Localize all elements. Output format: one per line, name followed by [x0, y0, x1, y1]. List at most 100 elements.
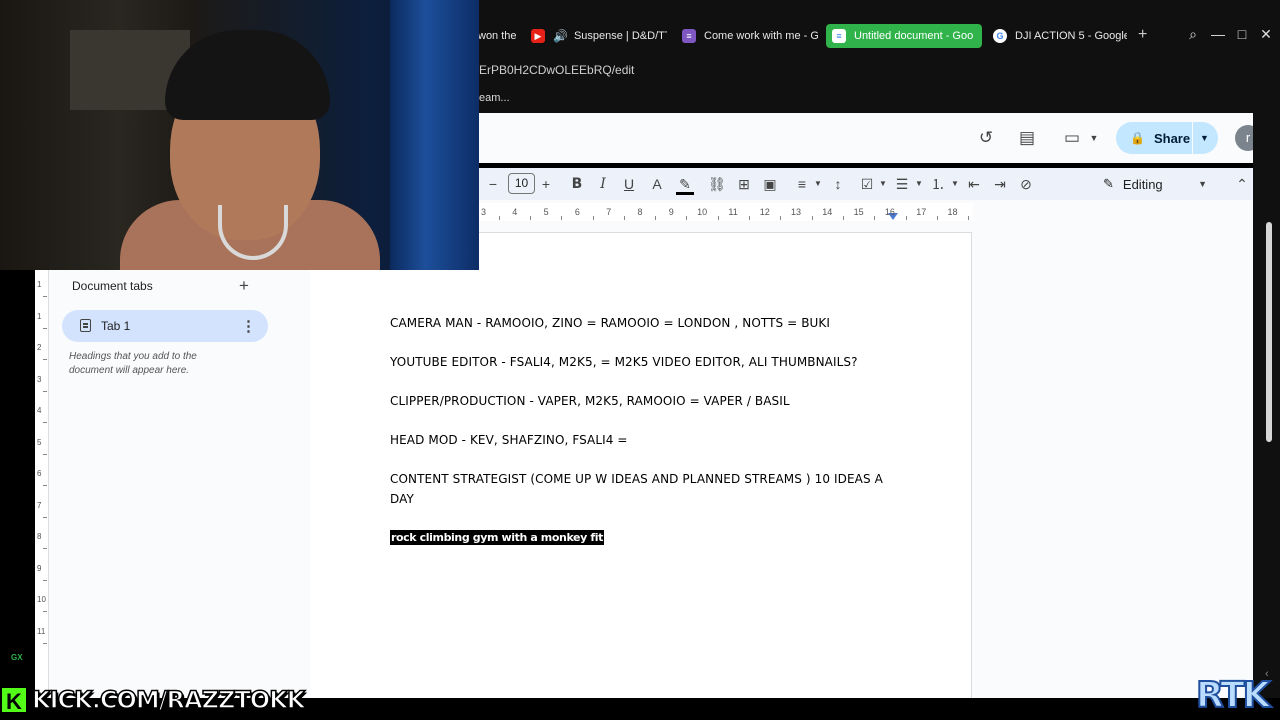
document-page[interactable]: CAMERA MAN - RAMOOIO, ZINO = RAMOOIO = L… — [310, 232, 972, 698]
document-canvas: CAMERA MAN - RAMOOIO, ZINO = RAMOOIO = L… — [310, 232, 1253, 698]
horizontal-ruler: 3 4 5 6 7 8 9 10 11 12 13 14 15 16 17 18 — [479, 200, 1253, 232]
browser-tab[interactable]: G DJI ACTION 5 - Google — [987, 24, 1127, 48]
clear-formatting-icon[interactable]: ⊘ — [1017, 176, 1035, 192]
highlight-color-icon[interactable]: ✎ — [676, 176, 694, 195]
insert-image-icon[interactable]: ▣ — [761, 176, 779, 192]
chevron-down-icon[interactable]: ▼ — [809, 176, 827, 192]
decrease-font-size-button[interactable]: − — [484, 176, 502, 192]
decrease-indent-icon[interactable]: ⇤ — [965, 176, 983, 192]
close-icon[interactable]: ✕ — [1256, 26, 1276, 43]
document-paragraph[interactable]: CLIPPER/PRODUCTION - VAPER, M2K5, RAMOOI… — [390, 391, 900, 411]
share-label: Share — [1153, 130, 1191, 146]
gx-logo: GX — [11, 653, 23, 662]
chevron-down-icon[interactable]: ▼ — [1083, 129, 1105, 147]
search-icon[interactable]: ⌕ — [1183, 26, 1203, 43]
webcam-overlay — [0, 0, 479, 270]
ruler-tick — [561, 216, 563, 220]
ruler-tick — [686, 216, 688, 220]
ruler-number: 15 — [853, 207, 864, 217]
youtube-icon: ▶ — [531, 29, 545, 43]
numbered-list-icon[interactable]: ⒈ — [929, 176, 947, 192]
share-button[interactable]: 🔒 Share ▼ — [1116, 122, 1218, 154]
add-comment-icon[interactable]: ⊞ — [735, 176, 753, 192]
increase-font-size-button[interactable]: + — [537, 176, 555, 192]
document-icon — [80, 319, 91, 332]
ruler-tick — [43, 453, 47, 455]
document-paragraph[interactable]: CAMERA MAN - RAMOOIO, ZINO = RAMOOIO = L… — [390, 313, 900, 333]
ruler-number: 4 — [37, 406, 42, 415]
sidebar-title: Document tabs — [72, 279, 153, 293]
document-paragraph[interactable]: YOUTUBE EDITOR - FSALI4, M2K5, = M2K5 VI… — [390, 352, 900, 372]
ruler-number: 13 — [791, 207, 802, 217]
ruler-number: 6 — [574, 207, 580, 217]
increase-indent-icon[interactable]: ⇥ — [991, 176, 1009, 192]
ruler-number: 5 — [37, 437, 42, 447]
add-tab-button[interactable]: + — [239, 276, 249, 296]
ruler-number: 10 — [697, 207, 708, 217]
ruler-tick — [43, 485, 47, 486]
meet-icon[interactable]: ▭ — [1061, 129, 1083, 147]
chevron-down-icon[interactable]: ▼ — [910, 176, 928, 192]
chevron-down-icon[interactable]: ▼ — [946, 176, 964, 192]
ruler-track[interactable]: 3 4 5 6 7 8 9 10 11 12 13 14 15 16 17 18 — [479, 203, 973, 221]
ruler-tick — [43, 516, 47, 518]
ruler-number: 10 — [37, 595, 46, 604]
new-tab-button[interactable]: + — [1138, 27, 1147, 43]
left-margin — [0, 270, 35, 698]
ruler-number: 5 — [543, 207, 549, 217]
ruler-number: 12 — [759, 207, 770, 217]
ruler-tick — [592, 216, 594, 220]
italic-button[interactable]: I — [594, 176, 612, 192]
ruler-number: 3 — [481, 207, 487, 217]
bold-button[interactable]: B — [568, 176, 586, 192]
ruler-number: 11 — [728, 207, 738, 217]
document-tab-item[interactable]: Tab 1 ⋮ — [62, 310, 268, 342]
ruler-tick — [749, 216, 751, 220]
ruler-tick — [43, 548, 47, 549]
document-tabs-sidebar: Document tabs + Tab 1 ⋮ Headings that yo… — [49, 270, 310, 698]
chevron-down-icon[interactable]: ▼ — [874, 176, 892, 192]
tab-label: Come work with me - G — [704, 30, 818, 42]
tab-label: Untitled document - Goo — [854, 30, 974, 42]
ruler-tick — [529, 216, 531, 220]
line-spacing-icon[interactable]: ↕ — [829, 176, 847, 192]
ruler-number: 6 — [37, 469, 42, 478]
editing-mode-button[interactable]: ✎ Editing ▼ — [1103, 171, 1207, 197]
underline-button[interactable]: U — [620, 176, 638, 192]
ruler-tick — [905, 216, 907, 220]
chevron-down-icon[interactable]: ▼ — [1193, 133, 1209, 143]
ruler-number: 1 — [37, 311, 42, 321]
editing-label: Editing — [1122, 176, 1163, 192]
ruler-tick — [936, 216, 938, 220]
version-history-icon[interactable]: ↺ — [975, 129, 997, 147]
bullet-list-icon[interactable]: ☰ — [893, 176, 911, 192]
font-size-input[interactable]: 10 — [508, 173, 535, 194]
browser-tab[interactable]: ▶ 🔊 Suspense | D&D/TTI — [525, 24, 667, 48]
vertical-ruler[interactable]: 1 1 2 3 4 5 6 7 8 9 10 11 — [35, 270, 49, 698]
ruler-number: 4 — [512, 207, 518, 217]
vertical-scrollbar[interactable] — [1266, 222, 1272, 442]
ruler-number: 1 — [37, 280, 42, 289]
url-text: ErPB0H2CDwOLEEbRQ/edit — [479, 63, 635, 77]
browser-tab-active[interactable]: ≡ Untitled document - Goo — [826, 24, 982, 48]
sidebar-help-text: Headings that you add to the document wi… — [69, 351, 197, 376]
browser-tab[interactable]: won the — [472, 24, 522, 48]
ruler-tick — [498, 216, 500, 220]
ruler-number: 18 — [947, 207, 958, 217]
document-paragraph[interactable]: HEAD MOD - KEV, SHAFZINO, FSALI4 = — [390, 430, 900, 450]
text-color-icon[interactable]: A — [648, 176, 666, 192]
maximize-icon[interactable]: □ — [1232, 26, 1252, 42]
bookmark-item[interactable]: eam... — [479, 92, 510, 104]
link-icon[interactable]: ⛓ — [708, 176, 726, 192]
highlighted-selection[interactable]: rock climbing gym with a monkey fit — [390, 530, 604, 545]
docs-icon: ≡ — [832, 29, 846, 43]
more-options-icon[interactable]: ⋮ — [241, 317, 256, 335]
chevron-up-icon[interactable]: ⌃ — [1233, 176, 1251, 192]
browser-tab[interactable]: ≡ Come work with me - G — [676, 24, 818, 48]
document-paragraph[interactable]: CONTENT STRATEGIST (COME UP W IDEAS AND … — [390, 469, 900, 509]
ruler-tick — [874, 216, 876, 220]
minimize-icon[interactable]: — — [1208, 26, 1228, 42]
ruler-number: 16 — [884, 207, 895, 217]
comments-icon[interactable]: ▤ — [1016, 129, 1038, 147]
rtk-logo: RTK — [1195, 675, 1272, 717]
